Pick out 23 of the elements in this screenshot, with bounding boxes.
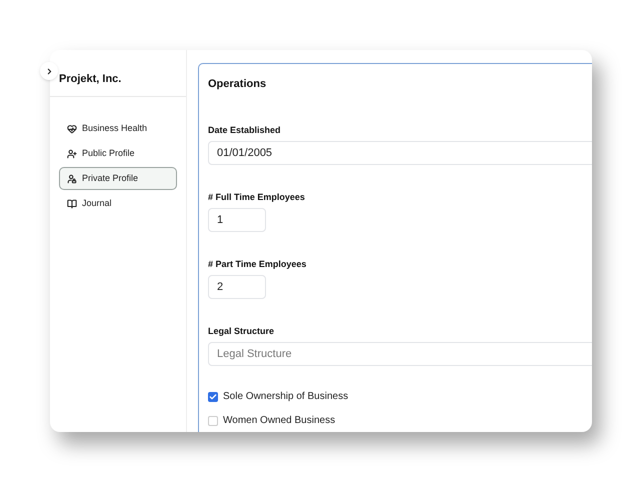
field-label: Date Established (208, 126, 282, 135)
checkbox-label: Women Owned Business (223, 416, 336, 426)
sidebar-item[interactable]: Business Health (59, 117, 177, 140)
expand-button[interactable] (40, 62, 58, 80)
checkbox[interactable] (208, 392, 218, 402)
section-title: Operations (208, 79, 268, 90)
input-field[interactable]: 01/01/2005 (208, 141, 592, 165)
user-lock-icon (67, 174, 77, 184)
book-icon (67, 198, 77, 208)
sidebar-item[interactable]: Journal (59, 192, 177, 215)
input-field[interactable]: 2 (208, 275, 266, 299)
input-field[interactable]: 1 (208, 208, 266, 232)
select-field[interactable]: Legal Structure (208, 342, 592, 366)
heart-pulse-icon (67, 124, 77, 134)
checkbox-label: Sole Ownership of Business (223, 392, 348, 402)
checkbox[interactable] (208, 416, 218, 426)
field-label: Legal Structure (208, 327, 276, 336)
company-title: Projekt, Inc. (59, 74, 122, 85)
field-label: # Part Time Employees (208, 260, 308, 269)
sidebar-item[interactable]: Private Profile (59, 167, 177, 190)
field-label: # Full Time Employees (208, 193, 306, 202)
user-plus-icon (67, 148, 77, 158)
sidebar-item[interactable]: Public Profile (59, 142, 177, 165)
